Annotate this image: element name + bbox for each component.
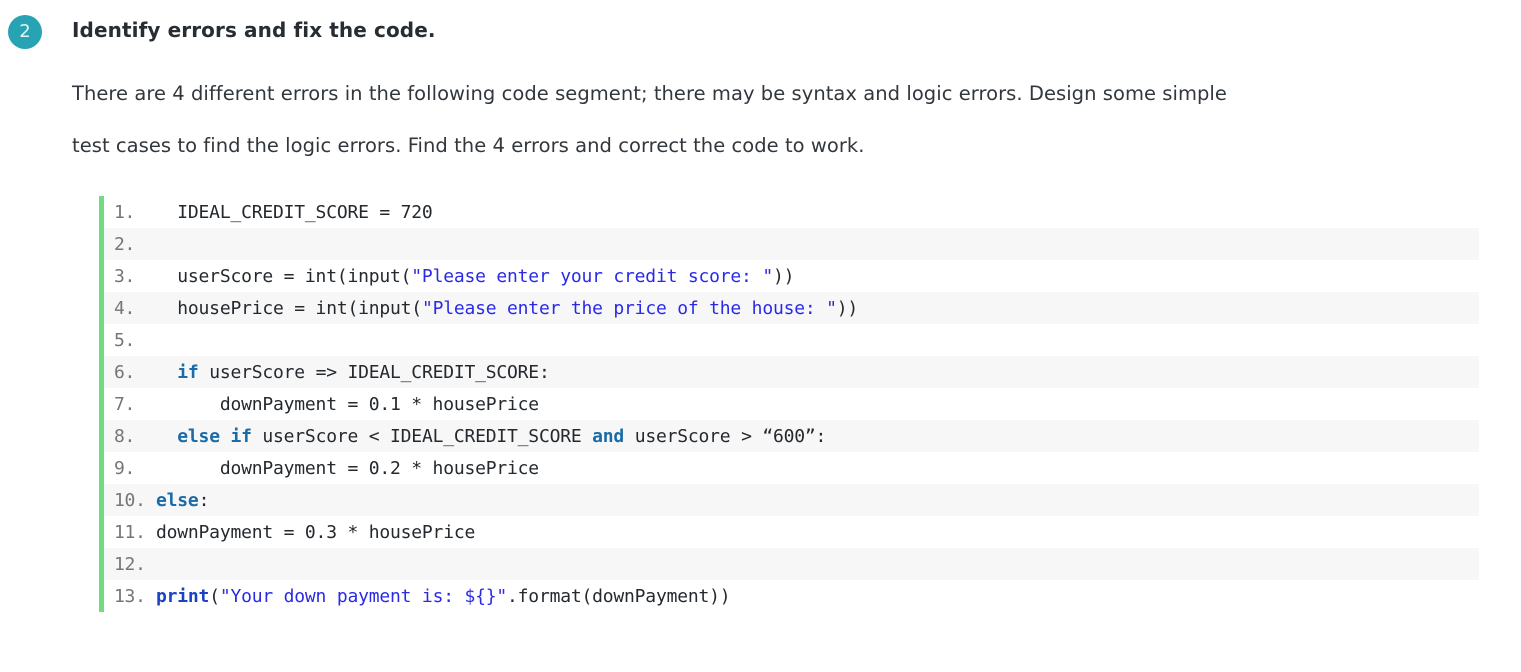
code-token-kw: if — [177, 361, 199, 383]
code-line-number: 2. — [114, 233, 136, 255]
question-body-line: There are 4 different errors in the foll… — [72, 82, 1227, 105]
code-line-number: 12. — [114, 553, 146, 575]
code-token-plain: housePrice = int(input( — [156, 297, 422, 319]
code-token-kw: else — [156, 489, 199, 511]
code-line-text: downPayment = 0.2 * housePrice — [156, 458, 539, 479]
code-token-plain: ( — [209, 585, 220, 607]
code-line-number: 3. — [114, 265, 136, 287]
code-token-fn: print — [156, 585, 210, 607]
code-line: 12. — [104, 548, 1479, 580]
code-token-plain: userScore = int(input( — [156, 265, 412, 287]
code-line-text: userScore = int(input("Please enter your… — [156, 266, 794, 287]
code-line-text: if userScore => IDEAL_CREDIT_SCORE: — [156, 362, 550, 383]
code-line: 6. if userScore => IDEAL_CREDIT_SCORE: — [104, 356, 1479, 388]
code-token-str: "Your down payment is: ${}" — [219, 585, 508, 607]
question-header: 2 Identify errors and fix the code. — [0, 0, 1521, 49]
code-line-number: 1. — [114, 201, 136, 223]
code-line: 8. else if userScore < IDEAL_CREDIT_SCOR… — [104, 420, 1479, 452]
code-token-str: "Please enter your credit score: " — [411, 265, 773, 287]
code-token-plain: .format(downPayment)) — [507, 585, 731, 607]
code-line: 9. downPayment = 0.2 * housePrice — [104, 452, 1479, 484]
code-line: 10. else: — [104, 484, 1479, 516]
code-line-number: 5. — [114, 329, 136, 351]
code-line: 7. downPayment = 0.1 * housePrice — [104, 388, 1479, 420]
code-token-plain: )) — [836, 297, 859, 319]
code-line: 3. userScore = int(input("Please enter y… — [104, 260, 1479, 292]
code-line-text: housePrice = int(input("Please enter the… — [156, 298, 858, 319]
code-line-text: downPayment = 0.1 * housePrice — [156, 394, 539, 415]
code-line: 5. — [104, 324, 1479, 356]
code-line-number: 11. — [114, 521, 146, 543]
code-line-number: 4. — [114, 297, 136, 319]
question-body: There are 4 different errors in the foll… — [72, 68, 1508, 172]
code-token-plain: : — [198, 489, 210, 511]
code-line: 2. — [104, 228, 1479, 260]
code-line-text: else: — [156, 490, 209, 511]
question-body-line: test cases to find the logic errors. Fin… — [72, 134, 865, 157]
code-token-str: "Please enter the price of the house: " — [421, 297, 837, 319]
code-line-text: downPayment = 0.3 * housePrice — [156, 522, 475, 543]
question-number-badge: 2 — [8, 15, 42, 49]
code-token-plain: IDEAL_CREDIT_SCORE = 720 — [156, 201, 433, 223]
question-block: 2 Identify errors and fix the code. Ther… — [0, 0, 1521, 157]
code-block: 1. IDEAL_CREDIT_SCORE = 720 2. 3. userScor… — [99, 196, 1479, 612]
code-line-number: 9. — [114, 457, 136, 479]
code-token-kw: and — [592, 425, 625, 447]
code-line-text: else if userScore < IDEAL_CREDIT_SCORE a… — [156, 426, 826, 447]
code-line-number: 6. — [114, 361, 136, 383]
code-token-plain: userScore > “600”: — [624, 425, 827, 447]
code-token-plain: )) — [772, 265, 795, 287]
code-line-number: 8. — [114, 425, 136, 447]
code-token-plain: downPayment = 0.2 * housePrice — [156, 457, 539, 479]
code-token-plain: userScore => IDEAL_CREDIT_SCORE: — [198, 361, 550, 383]
code-line-text: print("Your down payment is: ${}".format… — [156, 585, 731, 607]
code-token-plain: downPayment = 0.1 * housePrice — [156, 393, 539, 415]
code-line-number: 7. — [114, 393, 136, 415]
code-line: 1. IDEAL_CREDIT_SCORE = 720 — [104, 196, 1479, 228]
code-line-text: IDEAL_CREDIT_SCORE = 720 — [156, 201, 433, 223]
code-line: 4. housePrice = int(input("Please enter … — [104, 292, 1479, 324]
code-token-kw: else if — [177, 425, 252, 447]
code-line-number: 13. — [114, 585, 146, 607]
question-title: Identify errors and fix the code. — [72, 18, 436, 42]
code-token-plain: userScore < IDEAL_CREDIT_SCORE — [251, 425, 593, 447]
code-line: 13. print("Your down payment is: ${}".for… — [104, 580, 1479, 612]
code-token-plain: downPayment = 0.3 * housePrice — [156, 521, 476, 543]
code-line-number: 10. — [114, 489, 146, 511]
code-line: 11. downPayment = 0.3 * housePrice — [104, 516, 1479, 548]
